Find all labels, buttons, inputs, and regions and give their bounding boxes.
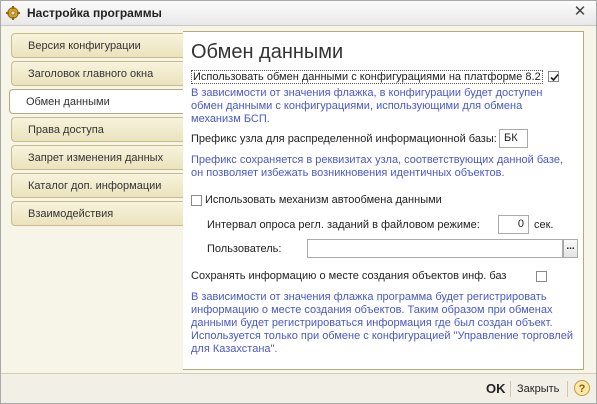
exchange-panel: Обмен данными Использовать обмен данными…: [183, 31, 584, 370]
tab-interactions[interactable]: Взаимодействия: [11, 201, 183, 226]
footer-divider: [510, 381, 511, 397]
dialog-footer: OK Закрыть ?: [1, 373, 596, 403]
help-icon[interactable]: ?: [574, 380, 590, 396]
checkmark-icon: [550, 73, 559, 82]
auto-exchange-label: Использовать механизм автообмена данными: [205, 194, 442, 206]
prefix-label: Префикс узла для распределенной информац…: [191, 133, 497, 145]
user-select-button[interactable]: ...: [563, 239, 578, 258]
interval-input[interactable]: 0: [498, 215, 529, 234]
title-bar: Настройка программы ✕: [1, 1, 596, 26]
use-exchange-hint: В зависимости от значения флажка, в конф…: [191, 87, 543, 125]
prefix-hint: Префикс сохраняется в реквизитах узла, с…: [191, 154, 563, 179]
tab-window-title[interactable]: Заголовок главного окна: [11, 61, 183, 86]
tab-version[interactable]: Версия конфигурации: [11, 33, 183, 58]
tab-data-exchange[interactable]: Обмен данными: [9, 89, 184, 114]
save-info-hint: В зависимости от значения флажка програм…: [191, 291, 573, 355]
tab-access-rights[interactable]: Права доступа: [11, 117, 183, 142]
ok-button[interactable]: OK: [486, 381, 506, 396]
auto-exchange-checkbox[interactable]: [191, 195, 202, 206]
tab-info-catalog[interactable]: Каталог доп. информации: [11, 173, 183, 198]
tab-change-lock[interactable]: Запрет изменения данных: [11, 145, 183, 170]
settings-sidebar: Версия конфигурации Заголовок главного о…: [1, 26, 184, 371]
gear-icon: [6, 6, 20, 20]
user-input[interactable]: [307, 239, 563, 258]
footer-divider: [567, 381, 568, 397]
close-button[interactable]: Закрыть: [517, 383, 559, 395]
save-info-label: Сохранять информацию о месте создания об…: [191, 270, 507, 282]
window-title: Настройка программы: [27, 6, 162, 20]
interval-unit: сек.: [534, 219, 554, 231]
page-title: Обмен данными: [191, 41, 344, 63]
interval-label: Интервал опроса регл. заданий в файловом…: [207, 219, 480, 231]
user-label: Пользователь:: [207, 243, 282, 255]
settings-window: Настройка программы ✕ Версия конфигураци…: [0, 0, 597, 404]
prefix-input[interactable]: БК: [499, 129, 528, 148]
use-exchange-checkbox[interactable]: [548, 71, 559, 82]
save-info-checkbox[interactable]: [536, 271, 547, 282]
close-icon[interactable]: ✕: [572, 4, 588, 20]
use-exchange-label: Использовать обмен данными с конфигураци…: [191, 70, 543, 84]
